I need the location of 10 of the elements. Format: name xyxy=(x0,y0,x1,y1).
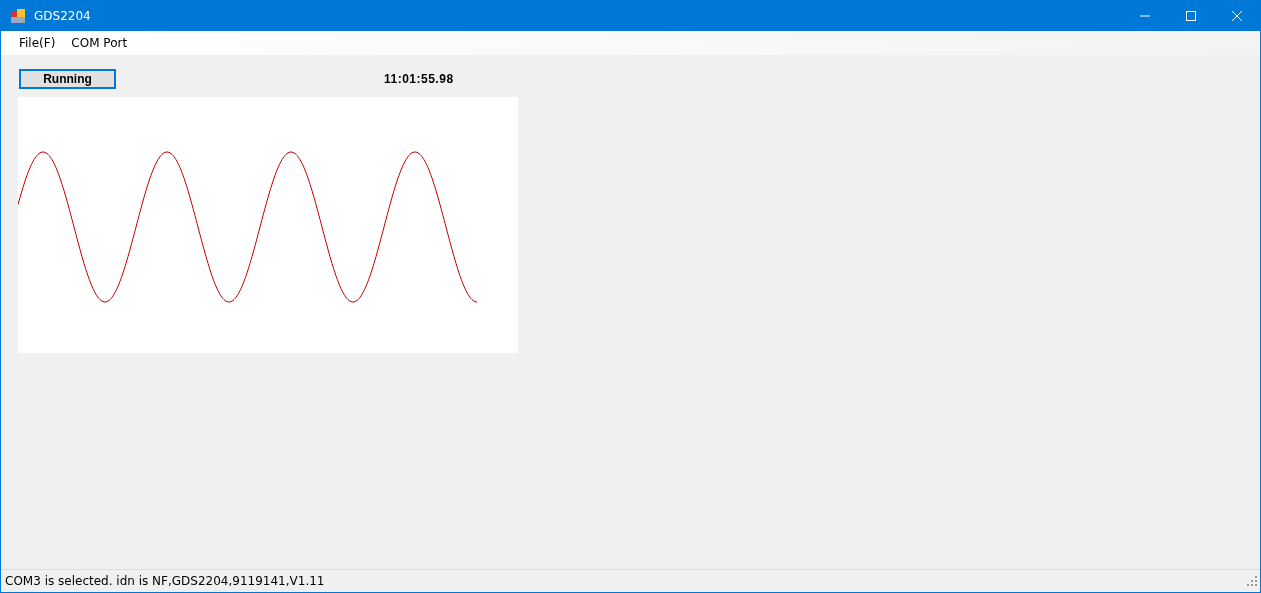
status-text: COM3 is selected. idn is NF,GDS2204,9119141,V1.11 xyxy=(5,574,325,588)
time-label: 11:01:55.98 xyxy=(384,72,454,86)
window-title: GDS2204 xyxy=(34,9,92,23)
app-icon xyxy=(10,8,26,24)
running-button[interactable]: Running xyxy=(19,69,116,89)
menu-item[interactable]: COM Port xyxy=(63,36,136,50)
menu-item[interactable]: File(F) xyxy=(11,36,64,50)
resize-grip-icon xyxy=(1247,576,1257,586)
close-icon xyxy=(1231,10,1243,22)
maximize-icon xyxy=(1185,10,1197,22)
